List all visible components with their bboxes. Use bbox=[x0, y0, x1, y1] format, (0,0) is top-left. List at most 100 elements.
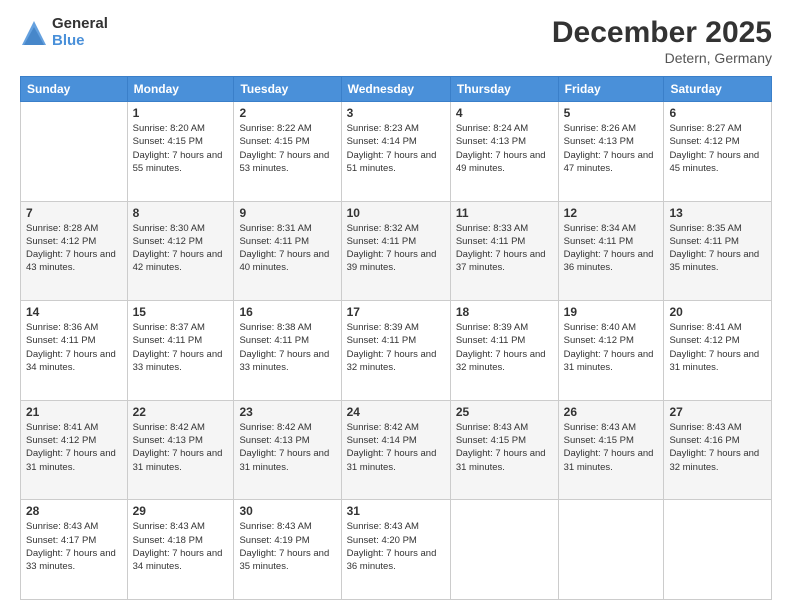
calendar-cell: 4 Sunrise: 8:24 AM Sunset: 4:13 PM Daylig… bbox=[450, 102, 558, 202]
day-info: Sunrise: 8:20 AM Sunset: 4:15 PM Dayligh… bbox=[133, 122, 229, 175]
day-number: 14 bbox=[26, 305, 122, 319]
day-info: Sunrise: 8:43 AM Sunset: 4:15 PM Dayligh… bbox=[456, 421, 553, 474]
day-number: 29 bbox=[133, 504, 229, 518]
day-number: 12 bbox=[564, 206, 659, 220]
calendar-cell: 9 Sunrise: 8:31 AM Sunset: 4:11 PM Daylig… bbox=[234, 201, 341, 301]
weekday-header-row: SundayMondayTuesdayWednesdayThursdayFrid… bbox=[21, 77, 772, 102]
day-info: Sunrise: 8:40 AM Sunset: 4:12 PM Dayligh… bbox=[564, 321, 659, 374]
calendar-cell bbox=[664, 500, 772, 600]
calendar-cell: 18 Sunrise: 8:39 AM Sunset: 4:11 PM Dayli… bbox=[450, 301, 558, 401]
day-number: 13 bbox=[669, 206, 766, 220]
day-number: 4 bbox=[456, 106, 553, 120]
calendar-cell: 25 Sunrise: 8:43 AM Sunset: 4:15 PM Dayli… bbox=[450, 400, 558, 500]
logo-icon bbox=[20, 19, 48, 47]
calendar-cell: 1 Sunrise: 8:20 AM Sunset: 4:15 PM Daylig… bbox=[127, 102, 234, 202]
day-number: 28 bbox=[26, 504, 122, 518]
calendar-week-4: 28 Sunrise: 8:43 AM Sunset: 4:17 PM Dayli… bbox=[21, 500, 772, 600]
day-number: 31 bbox=[347, 504, 445, 518]
weekday-header-saturday: Saturday bbox=[664, 77, 772, 102]
calendar-week-2: 14 Sunrise: 8:36 AM Sunset: 4:11 PM Dayli… bbox=[21, 301, 772, 401]
calendar-cell: 30 Sunrise: 8:43 AM Sunset: 4:19 PM Dayli… bbox=[234, 500, 341, 600]
weekday-header-sunday: Sunday bbox=[21, 77, 128, 102]
day-number: 22 bbox=[133, 405, 229, 419]
day-info: Sunrise: 8:37 AM Sunset: 4:11 PM Dayligh… bbox=[133, 321, 229, 374]
calendar-cell: 17 Sunrise: 8:39 AM Sunset: 4:11 PM Dayli… bbox=[341, 301, 450, 401]
calendar-cell: 31Sunrise: 8:43 AM Sunset: 4:20 PM Dayli… bbox=[341, 500, 450, 600]
day-number: 17 bbox=[347, 305, 445, 319]
day-number: 16 bbox=[239, 305, 335, 319]
day-number: 23 bbox=[239, 405, 335, 419]
day-number: 26 bbox=[564, 405, 659, 419]
calendar-cell: 22 Sunrise: 8:42 AM Sunset: 4:13 PM Dayli… bbox=[127, 400, 234, 500]
day-info: Sunrise: 8:43 AM Sunset: 4:18 PM Dayligh… bbox=[133, 520, 229, 573]
calendar-cell: 13 Sunrise: 8:35 AM Sunset: 4:11 PM Dayli… bbox=[664, 201, 772, 301]
day-number: 7 bbox=[26, 206, 122, 220]
day-number: 18 bbox=[456, 305, 553, 319]
day-info: Sunrise: 8:41 AM Sunset: 4:12 PM Dayligh… bbox=[669, 321, 766, 374]
logo-text: General Blue bbox=[52, 16, 108, 49]
month-title: December 2025 bbox=[552, 16, 772, 50]
calendar-cell: 16 Sunrise: 8:38 AM Sunset: 4:11 PM Dayli… bbox=[234, 301, 341, 401]
calendar-cell: 11Sunrise: 8:33 AM Sunset: 4:11 PM Dayli… bbox=[450, 201, 558, 301]
calendar-cell: 8 Sunrise: 8:30 AM Sunset: 4:12 PM Daylig… bbox=[127, 201, 234, 301]
day-number: 8 bbox=[133, 206, 229, 220]
day-number: 9 bbox=[239, 206, 335, 220]
day-number: 3 bbox=[347, 106, 445, 120]
calendar-cell: 12Sunrise: 8:34 AM Sunset: 4:11 PM Dayli… bbox=[558, 201, 664, 301]
calendar-cell: 20 Sunrise: 8:41 AM Sunset: 4:12 PM Dayli… bbox=[664, 301, 772, 401]
day-info: Sunrise: 8:39 AM Sunset: 4:11 PM Dayligh… bbox=[456, 321, 553, 374]
calendar-cell: 24 Sunrise: 8:42 AM Sunset: 4:14 PM Dayli… bbox=[341, 400, 450, 500]
day-number: 24 bbox=[347, 405, 445, 419]
day-number: 6 bbox=[669, 106, 766, 120]
day-info: Sunrise: 8:41 AM Sunset: 4:12 PM Dayligh… bbox=[26, 421, 122, 474]
calendar-cell: 6 Sunrise: 8:27 AM Sunset: 4:12 PM Daylig… bbox=[664, 102, 772, 202]
day-number: 5 bbox=[564, 106, 659, 120]
calendar-week-0: 1 Sunrise: 8:20 AM Sunset: 4:15 PM Daylig… bbox=[21, 102, 772, 202]
day-number: 10 bbox=[347, 206, 445, 220]
day-info: Sunrise: 8:36 AM Sunset: 4:11 PM Dayligh… bbox=[26, 321, 122, 374]
day-info: Sunrise: 8:30 AM Sunset: 4:12 PM Dayligh… bbox=[133, 222, 229, 275]
day-info: Sunrise: 8:42 AM Sunset: 4:14 PM Dayligh… bbox=[347, 421, 445, 474]
weekday-header-thursday: Thursday bbox=[450, 77, 558, 102]
calendar-cell: 21 Sunrise: 8:41 AM Sunset: 4:12 PM Dayli… bbox=[21, 400, 128, 500]
header: General Blue December 2025 Detern, Germa… bbox=[20, 16, 772, 66]
day-info: Sunrise: 8:39 AM Sunset: 4:11 PM Dayligh… bbox=[347, 321, 445, 374]
day-info: Sunrise: 8:23 AM Sunset: 4:14 PM Dayligh… bbox=[347, 122, 445, 175]
calendar-week-1: 7 Sunrise: 8:28 AM Sunset: 4:12 PM Daylig… bbox=[21, 201, 772, 301]
page: General Blue December 2025 Detern, Germa… bbox=[0, 0, 792, 612]
day-number: 21 bbox=[26, 405, 122, 419]
day-info: Sunrise: 8:24 AM Sunset: 4:13 PM Dayligh… bbox=[456, 122, 553, 175]
day-info: Sunrise: 8:35 AM Sunset: 4:11 PM Dayligh… bbox=[669, 222, 766, 275]
day-info: Sunrise: 8:42 AM Sunset: 4:13 PM Dayligh… bbox=[133, 421, 229, 474]
day-info: Sunrise: 8:26 AM Sunset: 4:13 PM Dayligh… bbox=[564, 122, 659, 175]
calendar-cell: 26Sunrise: 8:43 AM Sunset: 4:15 PM Dayli… bbox=[558, 400, 664, 500]
day-info: Sunrise: 8:28 AM Sunset: 4:12 PM Dayligh… bbox=[26, 222, 122, 275]
calendar-cell bbox=[558, 500, 664, 600]
day-info: Sunrise: 8:38 AM Sunset: 4:11 PM Dayligh… bbox=[239, 321, 335, 374]
day-number: 27 bbox=[669, 405, 766, 419]
day-info: Sunrise: 8:43 AM Sunset: 4:17 PM Dayligh… bbox=[26, 520, 122, 573]
location: Detern, Germany bbox=[552, 50, 772, 66]
day-number: 1 bbox=[133, 106, 229, 120]
calendar-cell: 14 Sunrise: 8:36 AM Sunset: 4:11 PM Dayli… bbox=[21, 301, 128, 401]
weekday-header-friday: Friday bbox=[558, 77, 664, 102]
day-number: 2 bbox=[239, 106, 335, 120]
day-number: 30 bbox=[239, 504, 335, 518]
calendar-cell: 28 Sunrise: 8:43 AM Sunset: 4:17 PM Dayli… bbox=[21, 500, 128, 600]
day-number: 25 bbox=[456, 405, 553, 419]
day-number: 11 bbox=[456, 206, 553, 220]
calendar-cell bbox=[450, 500, 558, 600]
calendar-table: SundayMondayTuesdayWednesdayThursdayFrid… bbox=[20, 76, 772, 600]
calendar-cell: 15Sunrise: 8:37 AM Sunset: 4:11 PM Dayli… bbox=[127, 301, 234, 401]
day-number: 20 bbox=[669, 305, 766, 319]
calendar-cell: 5 Sunrise: 8:26 AM Sunset: 4:13 PM Daylig… bbox=[558, 102, 664, 202]
day-info: Sunrise: 8:27 AM Sunset: 4:12 PM Dayligh… bbox=[669, 122, 766, 175]
day-number: 19 bbox=[564, 305, 659, 319]
day-info: Sunrise: 8:31 AM Sunset: 4:11 PM Dayligh… bbox=[239, 222, 335, 275]
calendar-cell bbox=[21, 102, 128, 202]
calendar-week-3: 21 Sunrise: 8:41 AM Sunset: 4:12 PM Dayli… bbox=[21, 400, 772, 500]
logo: General Blue bbox=[20, 16, 108, 49]
weekday-header-wednesday: Wednesday bbox=[341, 77, 450, 102]
day-info: Sunrise: 8:43 AM Sunset: 4:19 PM Dayligh… bbox=[239, 520, 335, 573]
calendar-cell: 29 Sunrise: 8:43 AM Sunset: 4:18 PM Dayli… bbox=[127, 500, 234, 600]
